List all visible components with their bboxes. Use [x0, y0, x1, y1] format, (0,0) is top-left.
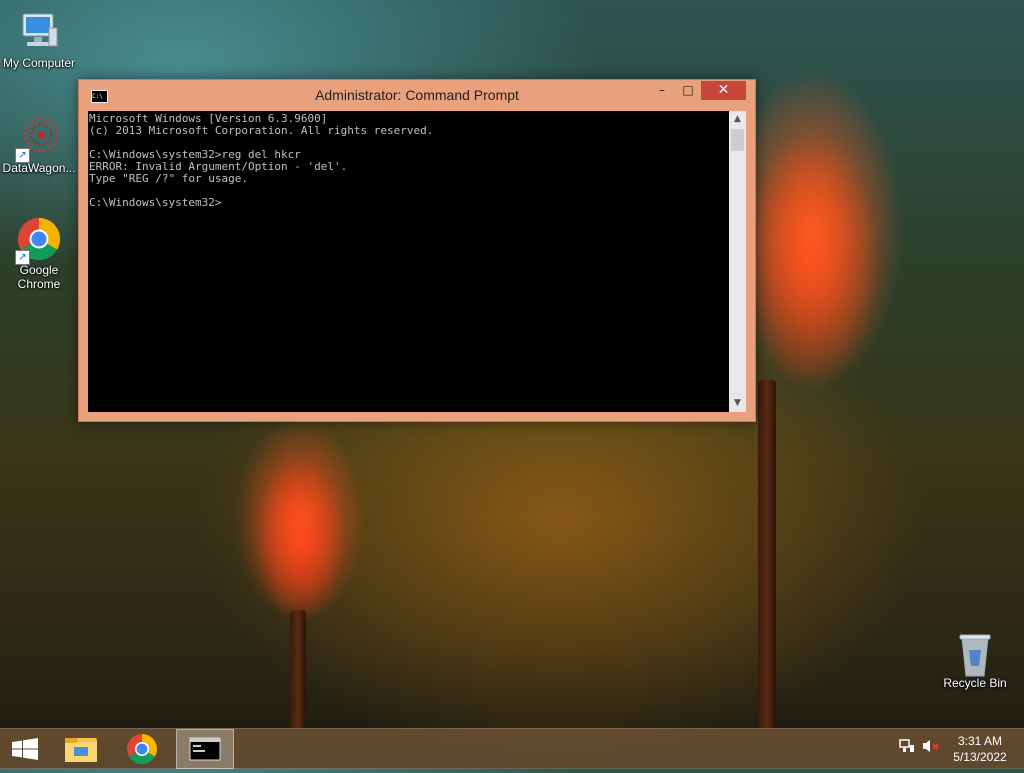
volume-muted-icon[interactable] [922, 738, 940, 758]
wallpaper-stem [290, 610, 306, 728]
maximize-button[interactable]: □ [675, 81, 701, 100]
close-button[interactable]: ✕ [701, 81, 746, 100]
scroll-up-arrow-icon[interactable]: ▲ [729, 111, 746, 128]
windows-start-icon [12, 738, 38, 760]
network-icon[interactable] [899, 738, 915, 758]
start-button[interactable] [0, 729, 56, 769]
clock-date: 5/13/2022 [953, 750, 1007, 764]
shortcut-arrow-icon: ↗ [15, 250, 30, 265]
window-title-bar[interactable]: C:\ Administrator: Command Prompt – □ ✕ [79, 80, 755, 110]
minimize-button[interactable]: – [649, 81, 675, 100]
scrollbar-thumb[interactable] [731, 129, 744, 151]
computer-icon [17, 10, 61, 54]
desktop-icon-label: Recycle Bin [943, 676, 1007, 690]
desktop-icon-label: My Computer [2, 56, 76, 70]
desktop-icon-google-chrome[interactable]: ↗ Google Chrome [1, 217, 77, 291]
file-explorer-icon [65, 738, 97, 762]
chrome-icon [127, 734, 158, 765]
recycle-bin-icon [953, 630, 997, 677]
vertical-scrollbar[interactable]: ▲ ▼ [729, 111, 746, 412]
shortcut-arrow-icon: ↗ [15, 148, 30, 163]
clock-time: 3:31 AM [957, 734, 1003, 748]
desktop-icon-my-computer[interactable]: My Computer [1, 10, 77, 70]
taskbar [0, 728, 1024, 769]
desktop-icon-datawagon[interactable]: ↗ DataWagon... [1, 115, 77, 175]
taskbar-file-explorer[interactable] [54, 729, 110, 769]
chrome-icon: ↗ [15, 217, 61, 265]
taskbar-command-prompt[interactable] [176, 729, 234, 769]
desktop-icon-label: Google Chrome [17, 263, 61, 291]
taskbar-chrome[interactable] [114, 729, 170, 769]
command-prompt-window[interactable]: C:\ Administrator: Command Prompt – □ ✕ … [78, 79, 756, 422]
wallpaper-stem [758, 380, 776, 728]
taskbar-clock[interactable]: 3:31 AM 5/13/2022 [950, 733, 1010, 765]
desktop-icon-label: DataWagon... [2, 161, 76, 175]
console-output[interactable]: Microsoft Windows [Version 6.3.9600] (c)… [88, 111, 729, 412]
desktop-icon-recycle-bin[interactable]: Recycle Bin [937, 630, 1013, 690]
datawagon-icon: ↗ [15, 115, 61, 163]
console-text: Microsoft Windows [Version 6.3.9600] (c)… [89, 112, 434, 209]
scroll-down-arrow-icon[interactable]: ▼ [729, 395, 746, 412]
command-prompt-icon [189, 737, 221, 761]
